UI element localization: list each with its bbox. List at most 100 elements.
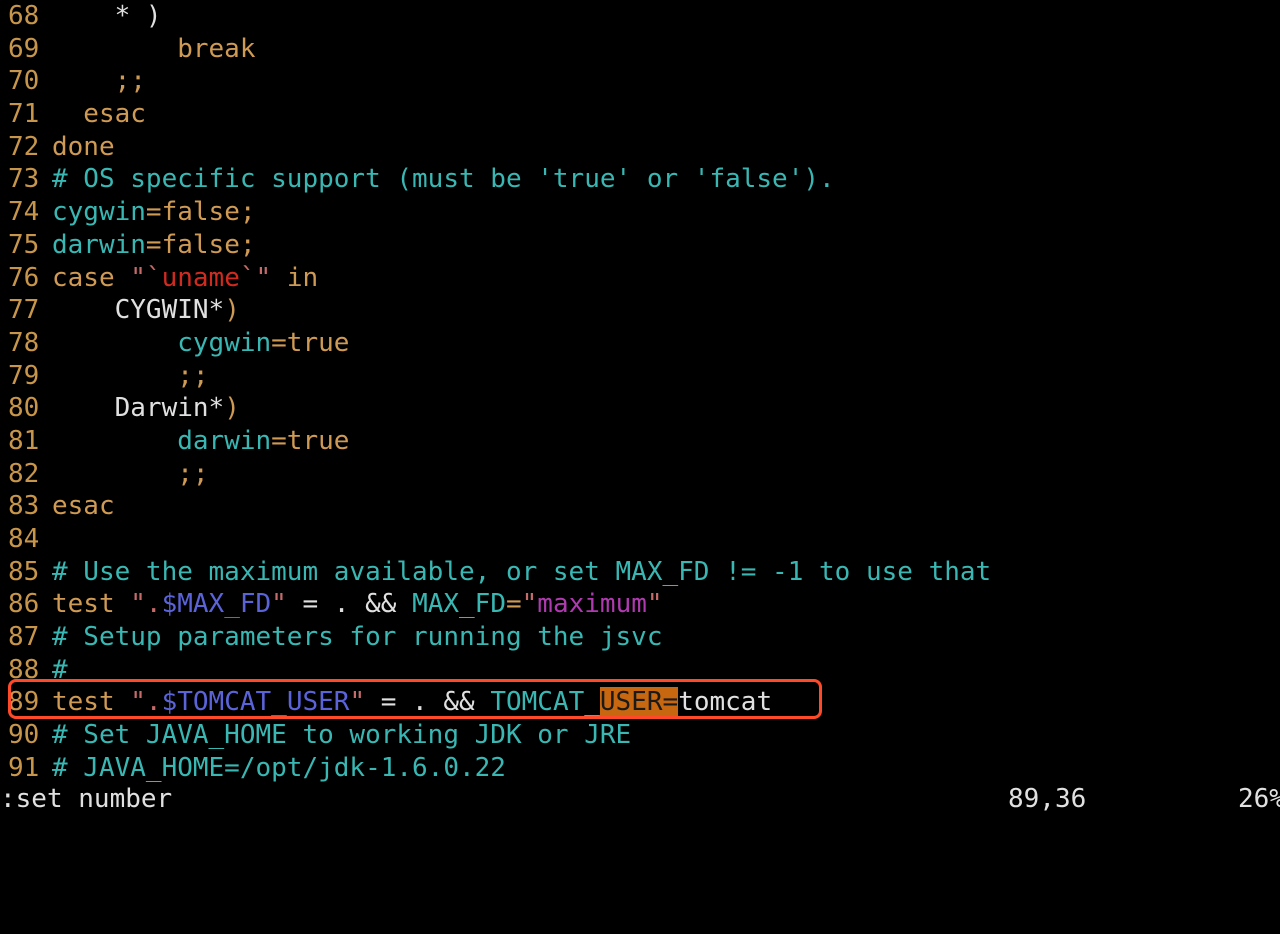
line-number: 73 — [8, 164, 40, 195]
vim-command-line[interactable]: :set number 89,36 26% — [0, 784, 1280, 816]
editor-line[interactable]: 80 Darwin*) — [0, 392, 1280, 425]
line-code: ;; — [52, 458, 209, 491]
line-code: # OS specific support (must be 'true' or… — [52, 163, 835, 196]
code-token: maximum — [537, 589, 647, 620]
line-number: 70 — [8, 66, 40, 97]
editor-line[interactable]: 83 esac — [0, 490, 1280, 523]
code-token: CYGWIN* — [52, 295, 225, 326]
code-token: darwin — [52, 229, 146, 260]
editor-line[interactable]: 85 # Use the maximum available, or set MA… — [0, 556, 1280, 589]
code-token: test — [52, 687, 131, 718]
editor-line[interactable]: 87 # Setup parameters for running the jsv… — [0, 621, 1280, 654]
line-number: 69 — [8, 33, 40, 64]
editor-line[interactable]: 76 case "`uname`" in — [0, 262, 1280, 295]
line-number: 80 — [8, 393, 40, 424]
editor-line[interactable]: 79 ;; — [0, 360, 1280, 393]
code-token: =true — [271, 327, 350, 358]
editor-line[interactable]: 68 * ) — [0, 0, 1280, 33]
line-number: 84 — [8, 524, 40, 554]
line-code: CYGWIN*) — [52, 294, 240, 327]
line-number: 88 — [8, 654, 40, 685]
code-token: esac — [52, 491, 115, 522]
line-code: cygwin=false; — [52, 196, 256, 229]
line-code: case "`uname`" in — [52, 262, 318, 295]
code-token: $MAX_FD — [161, 589, 272, 620]
code-token: ". — [130, 687, 162, 718]
code-token: uname — [161, 262, 240, 293]
line-code: # Setup parameters for running the jsvc — [52, 621, 662, 654]
line-code: # JAVA_HOME=/opt/jdk-1.6.0.22 — [52, 752, 506, 785]
code-token: # — [52, 654, 68, 685]
line-code: Darwin*) — [52, 392, 240, 425]
editor-line[interactable]: 78 cygwin=true — [0, 327, 1280, 360]
code-token: = — [505, 589, 522, 620]
code-token: ". — [130, 589, 162, 620]
line-number: 91 — [8, 752, 40, 783]
code-token: =false; — [145, 197, 256, 228]
editor-line[interactable]: 90 # Set JAVA_HOME to working JDK or JRE — [0, 719, 1280, 752]
line-code: break — [52, 33, 255, 66]
editor-line[interactable]: 69 break — [0, 33, 1280, 66]
code-token: = . && — [286, 589, 413, 620]
code-token: cygwin — [177, 327, 272, 358]
line-code: ;; — [52, 65, 146, 98]
editor-line[interactable]: 75 darwin=false; — [0, 229, 1280, 262]
line-code: ;; — [52, 360, 209, 393]
line-code: # — [52, 654, 68, 687]
code-token: $TOMCAT_USER — [161, 687, 350, 718]
code-token: # Setup parameters for running the jsvc — [52, 622, 663, 653]
code-token: done — [52, 131, 115, 162]
line-number: 71 — [8, 99, 40, 130]
terminal-window[interactable]: 68 * ) 69 break 70 ;; 71 esac 72 done 73 # OS s… — [0, 0, 1280, 816]
code-token: =true — [271, 425, 350, 456]
line-code: cygwin=true — [52, 327, 349, 360]
code-token: " — [271, 589, 287, 620]
line-number: 89 — [8, 687, 40, 718]
command-text: :set number — [0, 784, 173, 814]
line-number: 90 — [8, 720, 40, 751]
editor-line[interactable]: 88 # — [0, 654, 1280, 687]
editor-line[interactable]: 82 ;; — [0, 458, 1280, 491]
code-token: tomcat — [678, 687, 773, 718]
code-token: =false; — [145, 229, 256, 260]
code-token: "` — [130, 262, 162, 293]
line-number: 68 — [8, 1, 40, 31]
editor-line[interactable]: 73 # OS specific support (must be 'true' … — [0, 163, 1280, 196]
line-number: 79 — [8, 360, 40, 391]
line-code: darwin=false; — [52, 229, 256, 262]
code-token: in — [271, 262, 319, 293]
editor-line[interactable]: 84 — [0, 523, 1280, 556]
editor-line[interactable]: 72 done — [0, 131, 1280, 164]
code-token: ;; — [52, 66, 146, 97]
editor-line[interactable]: 74 cygwin=false; — [0, 196, 1280, 229]
editor-line[interactable]: 70 ;; — [0, 65, 1280, 98]
line-number: 81 — [8, 425, 40, 456]
line-number: 82 — [8, 458, 40, 489]
cursor-position: 89,36 — [1008, 784, 1087, 814]
code-token: test — [52, 589, 131, 620]
code-token: esac — [52, 99, 146, 130]
line-number: 76 — [8, 262, 40, 293]
code-token: ;; — [52, 360, 209, 391]
line-code: * ) — [52, 0, 162, 33]
code-token: Darwin* — [52, 393, 225, 424]
code-token: # OS specific support (must be 'true' or… — [52, 164, 835, 195]
line-code: darwin=true — [52, 425, 349, 458]
line-number: 75 — [8, 229, 40, 260]
editor-text-area[interactable]: 68 * ) 69 break 70 ;; 71 esac 72 done 73 # OS s… — [0, 0, 1280, 785]
editor-line[interactable]: 77 CYGWIN*) — [0, 294, 1280, 327]
editor-line[interactable]: 71 esac — [0, 98, 1280, 131]
line-code: # Set JAVA_HOME to working JDK or JRE — [52, 719, 631, 752]
code-token: `" — [239, 262, 272, 293]
code-token: USER= — [599, 687, 679, 718]
editor-line[interactable]: 86 test ".$MAX_FD" = . && MAX_FD="maximum… — [0, 588, 1280, 621]
code-token: " — [521, 589, 538, 620]
editor-line[interactable]: 81 darwin=true — [0, 425, 1280, 458]
editor-line[interactable]: 91 # JAVA_HOME=/opt/jdk-1.6.0.22 — [0, 752, 1280, 785]
editor-line[interactable]: 89 test ".$TOMCAT_USER" = . && TOMCAT_USE… — [0, 686, 1280, 719]
line-code: esac — [52, 490, 115, 523]
code-token: ;; — [52, 458, 209, 489]
line-number: 86 — [8, 589, 40, 620]
